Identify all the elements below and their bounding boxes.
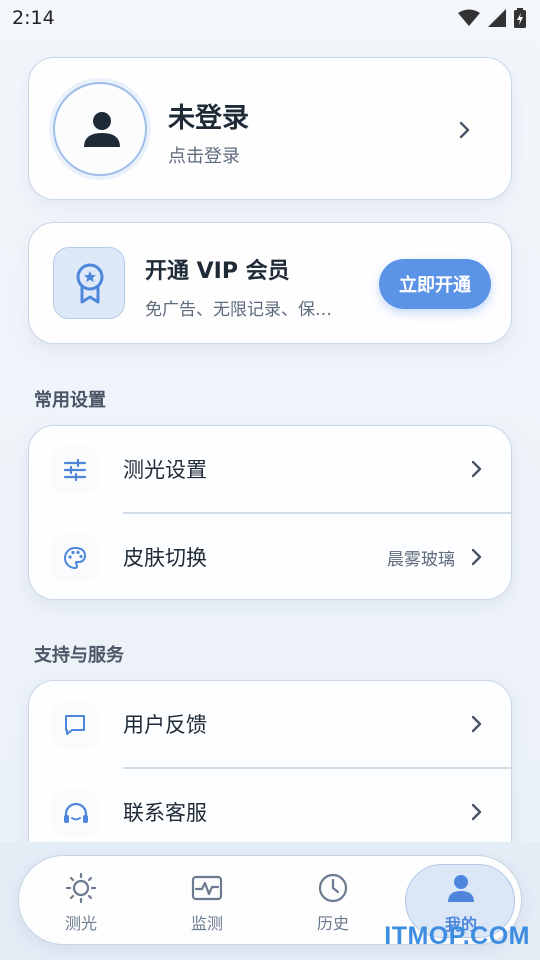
sliders-icon	[63, 458, 87, 482]
chevron-right-icon	[459, 121, 470, 139]
pulse-icon	[191, 875, 223, 901]
cellular-signal-icon	[488, 9, 506, 27]
nav-label: 测光	[64, 914, 97, 933]
clock-icon	[318, 873, 348, 903]
vip-description: 免广告、无限记录、保…	[145, 300, 332, 320]
nav-tab-monitoring[interactable]: 监测	[157, 856, 257, 946]
section-title-support: 支持与服务	[34, 645, 124, 666]
chevron-right-icon	[471, 803, 482, 821]
menu-item-label: 测光设置	[123, 458, 207, 482]
menu-item-feedback[interactable]: 用户反馈	[29, 681, 513, 767]
profile-card[interactable]: 未登录 点击登录	[28, 57, 512, 200]
common-settings-card: 测光设置 皮肤切换 晨雾玻璃	[28, 425, 512, 600]
status-icons	[458, 8, 526, 28]
menu-item-label: 皮肤切换	[123, 546, 207, 570]
award-icon	[76, 263, 104, 304]
chevron-right-icon	[471, 548, 482, 566]
vip-card[interactable]: 开通 VIP 会员 免广告、无限记录、保… 立即开通	[28, 222, 512, 344]
message-icon	[65, 715, 85, 735]
vip-title: 开通 VIP 会员	[145, 259, 290, 284]
battery-icon	[514, 8, 526, 28]
nav-label: 历史	[316, 914, 349, 933]
sun-icon	[65, 872, 97, 904]
chevron-right-icon	[471, 460, 482, 478]
menu-item-label: 联系客服	[123, 801, 207, 825]
watermark: ITMOP.COM	[384, 922, 530, 950]
login-link[interactable]: 点击登录	[168, 142, 240, 168]
menu-item-label: 用户反馈	[123, 713, 207, 737]
wifi-icon	[458, 9, 480, 26]
menu-item-skin-switch[interactable]: 皮肤切换 晨雾玻璃	[29, 514, 513, 600]
profile-name: 未登录	[168, 103, 249, 134]
menu-item-value: 晨雾玻璃	[387, 550, 455, 570]
vip-subscribe-button[interactable]: 立即开通	[379, 259, 491, 309]
chevron-right-icon	[471, 715, 482, 733]
status-time: 2:14	[12, 7, 55, 29]
palette-icon	[64, 546, 87, 570]
section-title-common: 常用设置	[34, 390, 106, 411]
status-bar: 2:14	[0, 0, 540, 36]
user-icon	[84, 112, 120, 147]
nav-tab-history[interactable]: 历史	[283, 856, 383, 946]
avatar[interactable]	[53, 82, 147, 176]
nav-label: 监测	[190, 914, 223, 933]
vip-badge	[53, 247, 125, 319]
nav-tab-metering[interactable]: 测光	[31, 856, 131, 946]
user-icon	[448, 875, 474, 902]
headset-icon	[64, 802, 88, 823]
menu-item-metering-settings[interactable]: 测光设置	[29, 426, 513, 512]
